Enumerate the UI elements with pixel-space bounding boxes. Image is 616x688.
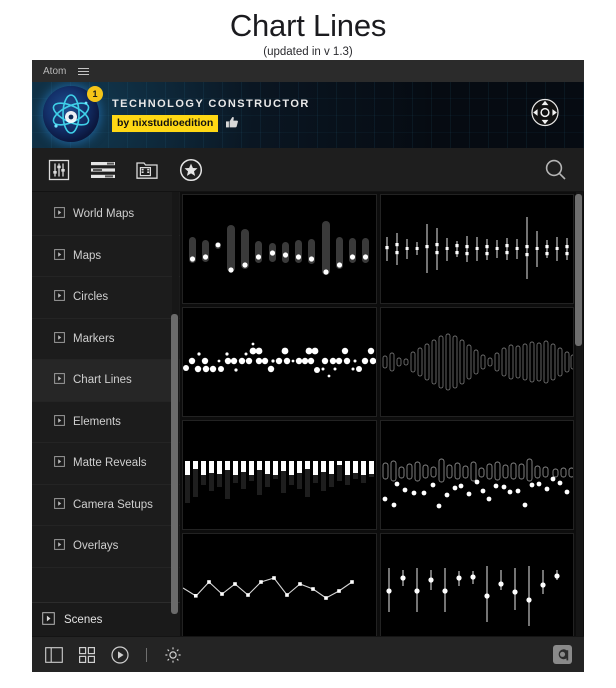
main-toolbar <box>32 148 584 192</box>
grid-view-icon[interactable] <box>77 645 97 665</box>
preview-zigzag-line[interactable] <box>182 533 377 636</box>
scenes-button[interactable]: Scenes <box>32 602 180 636</box>
sidebar-item-label: Circles <box>73 291 108 303</box>
sidebar-item-label: Chart Lines <box>73 374 132 386</box>
preview-rounded-bars[interactable] <box>182 194 377 304</box>
sidebar-item-chart-lines[interactable]: Chart Lines <box>32 360 180 402</box>
square-play-icon <box>42 612 55 628</box>
page-subtitle: (updated in v 1.3) <box>0 45 616 59</box>
author-row: by nixstudioedition <box>112 115 310 132</box>
sidebar-item-label: Elements <box>73 416 121 428</box>
logo-container: 1 <box>40 84 102 146</box>
sidebar-item-markers[interactable]: Markers <box>32 319 180 361</box>
play-circle-icon[interactable] <box>110 645 130 665</box>
preview-error-bars[interactable] <box>380 533 575 636</box>
navigation-orb-icon[interactable] <box>530 98 560 133</box>
thumbs-up-icon[interactable] <box>225 116 239 131</box>
footer-button-group <box>44 645 183 665</box>
square-play-icon <box>54 332 65 346</box>
sidebar-item-circles[interactable]: Circles <box>32 277 180 319</box>
sidebar-item-label: Maps <box>73 250 101 262</box>
square-play-icon <box>54 456 65 470</box>
sliders-icon[interactable] <box>46 157 72 183</box>
notification-badge: 1 <box>87 86 103 102</box>
square-play-icon <box>54 498 65 512</box>
toolbar-button-group <box>46 157 204 183</box>
grid-scrollbar-track[interactable] <box>576 192 583 636</box>
search-icon[interactable] <box>542 156 570 184</box>
application-window: Atom 1 TECHNOLOGY CONSTRUCTOR <box>32 60 584 672</box>
sidebar-item-label: World Maps <box>73 208 134 220</box>
category-sidebar: World Maps Maps Circles <box>32 192 180 636</box>
resize-grip-icon[interactable] <box>553 645 572 664</box>
product-banner: 1 TECHNOLOGY CONSTRUCTOR by nixstudioedi… <box>32 82 584 148</box>
page-title: Chart Lines <box>0 8 616 44</box>
page-header: Chart Lines (updated in v 1.3) <box>0 0 616 59</box>
preview-grid <box>180 192 584 636</box>
square-play-icon <box>54 290 65 304</box>
sidebar-item-camera-setups[interactable]: Camera Setups <box>32 485 180 527</box>
lines-list-icon[interactable] <box>90 157 116 183</box>
sidebar-scrollbar-track[interactable] <box>172 192 179 602</box>
sidebar-item-label: Markers <box>73 333 115 345</box>
sidebar-scrollbar-thumb[interactable] <box>171 314 178 614</box>
sidebar-item-label: Matte Reveals <box>73 457 147 469</box>
preview-white-top-bars[interactable] <box>182 420 377 530</box>
preview-grid-area <box>180 192 584 636</box>
sidebar-item-label: Overlays <box>73 540 118 552</box>
square-play-icon <box>54 249 65 263</box>
square-play-icon <box>54 415 65 429</box>
grid-scrollbar-thumb[interactable] <box>575 194 582 346</box>
sidebar-item-world-maps[interactable]: World Maps <box>32 194 180 236</box>
square-play-icon <box>54 539 65 553</box>
scenes-label: Scenes <box>64 614 102 626</box>
square-play-icon <box>54 207 65 221</box>
content-area: World Maps Maps Circles <box>32 192 584 636</box>
star-circle-icon[interactable] <box>178 157 204 183</box>
status-bar <box>32 636 584 672</box>
app-name-label[interactable]: Atom <box>43 66 66 77</box>
sidebar-item-elements[interactable]: Elements <box>32 402 180 444</box>
author-chip[interactable]: by nixstudioedition <box>112 115 218 132</box>
sidebar-item-matte-reveals[interactable]: Matte Reveals <box>32 443 180 485</box>
sidebar-item-maps[interactable]: Maps <box>32 236 180 278</box>
gear-icon[interactable] <box>163 645 183 665</box>
panel-layout-icon[interactable] <box>44 645 64 665</box>
square-play-icon <box>54 373 65 387</box>
sidebar-item-label: Camera Setups <box>73 499 153 511</box>
preview-ohlc-lines[interactable] <box>380 194 575 304</box>
menubar: Atom <box>32 60 584 82</box>
category-list: World Maps Maps Circles <box>32 192 180 602</box>
banner-text-block: TECHNOLOGY CONSTRUCTOR by nixstudioediti… <box>112 98 310 132</box>
preview-outline-bars-dots[interactable] <box>380 420 575 530</box>
hamburger-icon[interactable] <box>78 68 89 75</box>
preview-capsule-wave[interactable] <box>380 307 575 417</box>
preview-dot-scatter[interactable] <box>182 307 377 417</box>
footer-divider <box>146 648 147 662</box>
product-title: TECHNOLOGY CONSTRUCTOR <box>112 98 310 110</box>
sidebar-item-overlays[interactable]: Overlays <box>32 526 180 568</box>
folder-film-icon[interactable] <box>134 157 160 183</box>
